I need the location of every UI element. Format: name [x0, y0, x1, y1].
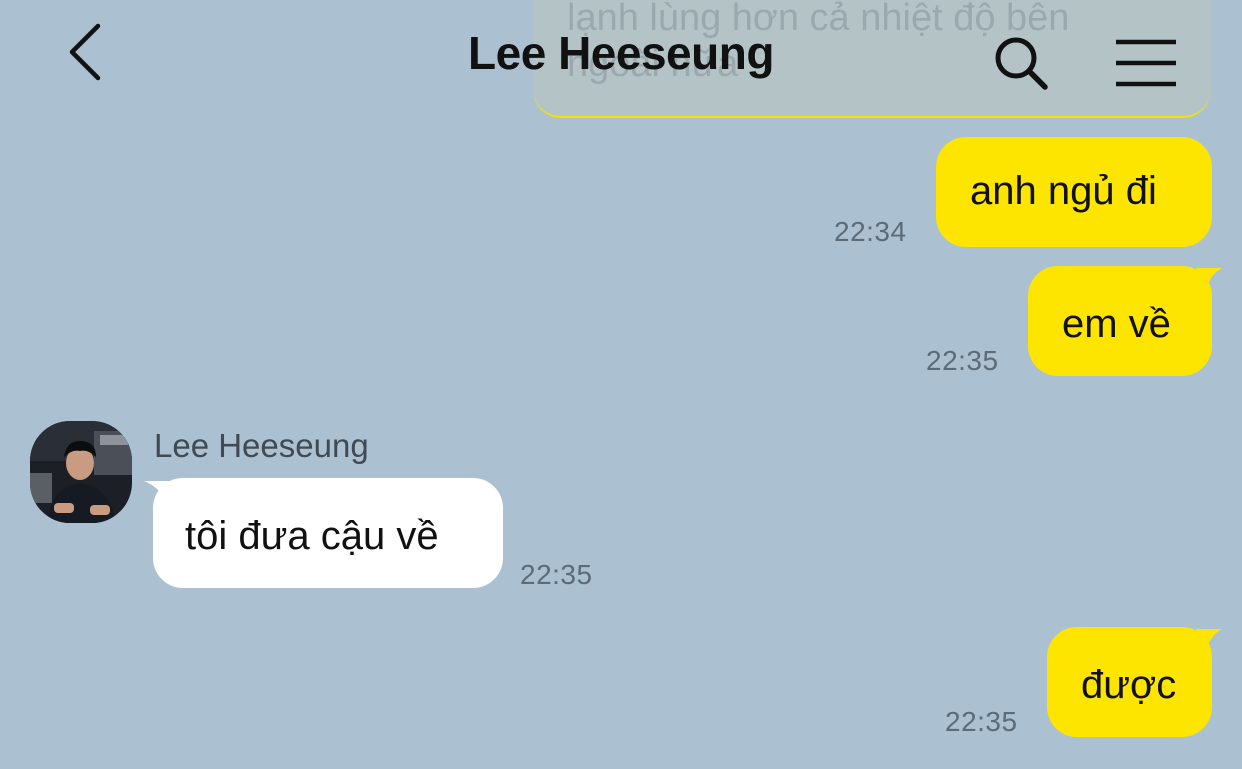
- message-timestamp: 22:35: [520, 559, 593, 590]
- message-timestamp: 22:35: [926, 345, 999, 376]
- chat-title: Lee Heeseung: [468, 27, 774, 79]
- my-message-bubble[interactable]: anh ngủ đi: [936, 137, 1212, 247]
- message-text: anh ngủ đi: [970, 169, 1157, 213]
- their-message-bubble[interactable]: tôi đưa cậu về: [153, 478, 503, 588]
- sender-name: Lee Heeseung: [154, 427, 369, 464]
- hamburger-menu-icon: [1116, 39, 1176, 87]
- message-text: tôi đưa cậu về: [185, 514, 439, 558]
- menu-button[interactable]: [1114, 38, 1178, 88]
- message-text: em về: [1062, 302, 1171, 346]
- profile-photo: [30, 421, 132, 523]
- search-icon: [995, 37, 1048, 90]
- bubble-tail: [1196, 629, 1222, 655]
- message-text: được: [1081, 663, 1177, 707]
- message-timestamp: 22:34: [834, 216, 907, 247]
- my-message-bubble[interactable]: em về: [1028, 266, 1212, 376]
- message-timestamp: 22:35: [945, 706, 1018, 737]
- my-message-bubble[interactable]: được: [1047, 627, 1212, 737]
- search-button[interactable]: [992, 34, 1052, 94]
- chat-header: Lee Heeseung: [0, 0, 1242, 110]
- bubble-tail: [1196, 268, 1222, 294]
- avatar[interactable]: [30, 421, 132, 523]
